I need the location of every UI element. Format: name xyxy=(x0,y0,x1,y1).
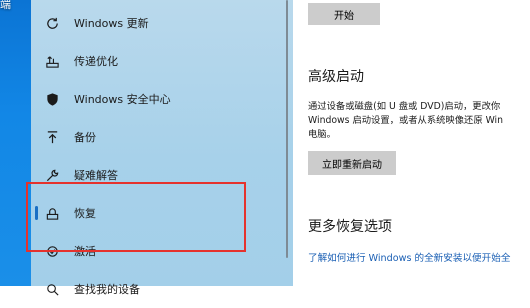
sidebar-scrollbar[interactable] xyxy=(286,0,288,258)
advanced-startup-title: 高级启动 xyxy=(308,69,364,85)
sidebar-item-label: 备份 xyxy=(74,131,96,144)
sidebar-item-label: 疑难解答 xyxy=(74,169,118,182)
find-device-icon xyxy=(44,281,60,297)
description-line: 通过设备或磁盘(如 U 盘或 DVD)启动，更改你 xyxy=(308,101,501,112)
restart-now-button[interactable]: 立即重新启动 xyxy=(308,151,396,175)
description-line: 电脑。 xyxy=(308,129,336,140)
sidebar-item-windows-security[interactable]: Windows 安全中心 xyxy=(31,80,293,118)
sidebar-item-label: 传递优化 xyxy=(74,55,118,68)
refresh-icon xyxy=(44,15,60,31)
wrench-icon xyxy=(44,167,60,183)
shield-icon xyxy=(44,91,60,107)
sidebar-item-find-my-device[interactable]: 查找我的设备 xyxy=(31,270,293,308)
advanced-startup-description: 通过设备或磁盘(如 U 盘或 DVD)启动，更改你 Windows 启动设置，或… xyxy=(308,100,530,142)
clean-install-link[interactable]: 了解如何进行 Windows 的全新安装以便开始全 xyxy=(308,250,510,264)
main-content: 开始 高级启动 通过设备或磁盘(如 U 盘或 DVD)启动，更改你 Window… xyxy=(293,0,530,286)
description-line: Windows 启动设置，或者从系统映像还原 Win xyxy=(308,115,504,126)
start-button[interactable]: 开始 xyxy=(308,3,380,25)
highlight-annotation-box xyxy=(26,182,246,252)
sidebar-item-backup[interactable]: 备份 xyxy=(31,118,293,156)
sidebar-item-label: Windows 更新 xyxy=(74,17,149,30)
delivery-optimization-icon xyxy=(44,53,60,69)
sidebar-item-windows-update[interactable]: Windows 更新 xyxy=(31,4,293,42)
sidebar-item-label: Windows 安全中心 xyxy=(74,93,171,106)
desktop-icon-label: 端 xyxy=(0,0,11,11)
sidebar-item-label: 查找我的设备 xyxy=(74,283,140,296)
backup-upload-icon xyxy=(44,129,60,145)
more-recovery-options-title: 更多恢复选项 xyxy=(308,219,392,235)
sidebar-item-delivery-optimization[interactable]: 传递优化 xyxy=(31,42,293,80)
